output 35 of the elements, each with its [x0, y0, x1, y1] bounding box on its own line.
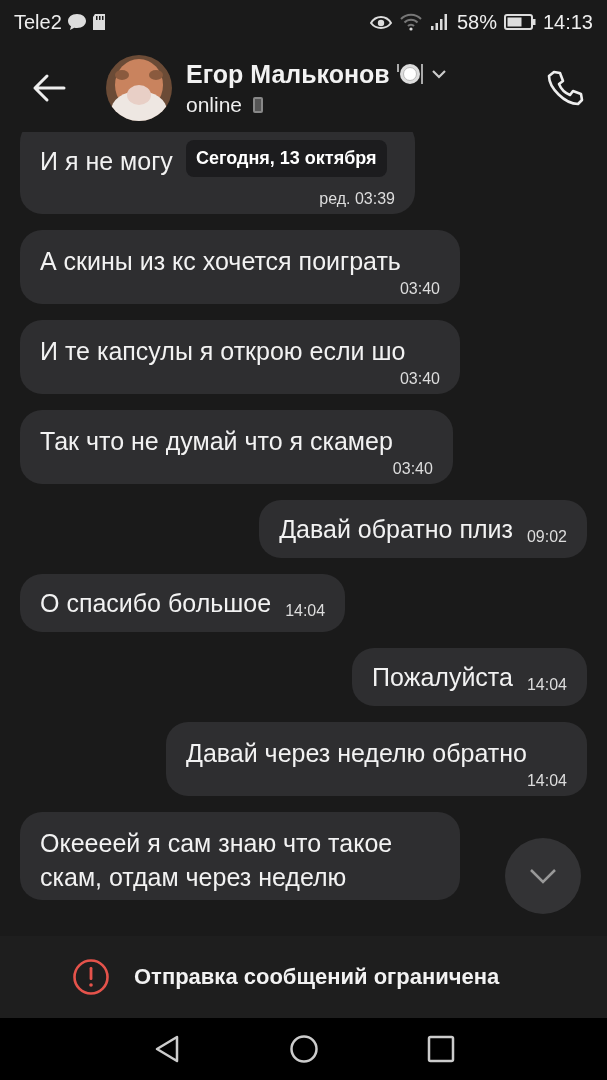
date-label: Сегодня, 13 октября [186, 140, 387, 177]
signal-icon [429, 13, 450, 31]
warning-icon [72, 958, 110, 996]
message-time: 09:02 [526, 528, 567, 546]
message-time: 14:04 [285, 602, 326, 620]
chevron-down-icon [528, 867, 558, 885]
chevron-down-icon[interactable] [429, 68, 448, 80]
message-time: ред. 03:39 [318, 190, 395, 208]
restriction-text: Отправка сообщений ограничена [134, 964, 500, 990]
message-time: 14:04 [526, 676, 567, 694]
message-text: Пожалуйста [372, 662, 513, 693]
plate-icon [395, 62, 424, 86]
online-status: online [186, 92, 243, 117]
battery-icon [503, 14, 536, 30]
message-time: 14:04 [525, 772, 567, 790]
battery-percent: 58% [456, 10, 497, 34]
message-time: 03:40 [398, 280, 440, 298]
sd-card-icon [91, 13, 106, 31]
carrier-name: Tele2 [14, 10, 62, 34]
message-text: Давай обратно плиз [279, 514, 513, 545]
contact-name[interactable]: Егор Мальконов [186, 59, 390, 89]
eye-icon [369, 14, 392, 30]
message-text: Океееей я сам знаю что такое скам, отдам через неделю [40, 828, 394, 893]
message-time: 03:40 [391, 460, 433, 478]
phone-device-icon [252, 95, 265, 114]
message-text: Давай через неделю обратно [185, 738, 527, 769]
message-text: Так что не думай что я скамер [40, 426, 393, 457]
wifi-icon [398, 13, 423, 31]
message-text: О спасибо большое [40, 588, 272, 619]
chat-bubble-icon [66, 13, 87, 31]
message-time: 03:40 [398, 370, 440, 388]
message-text: А скины из кс хочется поиграть [40, 246, 401, 277]
clock: 14:13 [542, 10, 593, 34]
message-text: И те капсулы я открою если шо [40, 336, 406, 367]
message-text: И я не могу [40, 146, 173, 177]
